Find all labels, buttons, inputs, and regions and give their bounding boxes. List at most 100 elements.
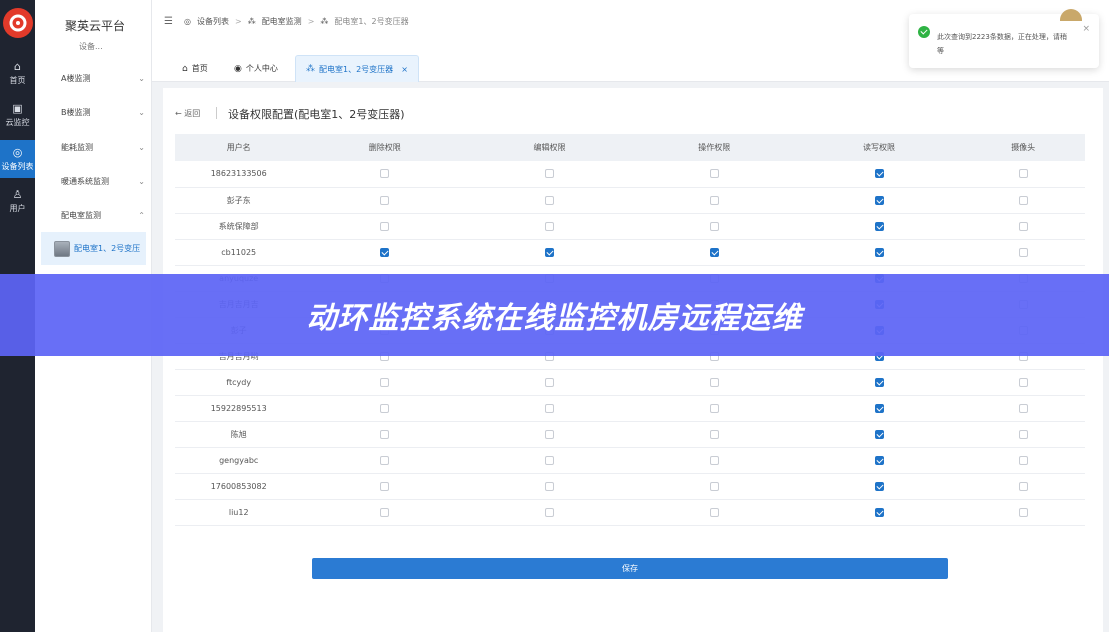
sidebar-group-b-building[interactable]: B楼监测 ⌄ <box>61 102 145 122</box>
user-icon: ♙ <box>12 187 23 201</box>
username-cell: 陈旭 <box>175 421 303 448</box>
permission-checkbox[interactable] <box>380 507 390 517</box>
permission-checkbox[interactable] <box>709 169 719 179</box>
save-button[interactable]: 保存 <box>312 558 948 579</box>
tab-home[interactable]: ⌂ 首页 <box>172 55 218 82</box>
permission-checkbox[interactable] <box>380 221 390 231</box>
permission-checkbox[interactable] <box>380 169 390 179</box>
back-button[interactable]: ← 返回 <box>175 108 200 119</box>
permission-checkbox[interactable] <box>874 403 884 413</box>
permission-checkbox[interactable] <box>709 455 719 465</box>
app-logo-icon <box>3 8 33 38</box>
sidebar-group-a-building[interactable]: A楼监测 ⌄ <box>61 68 145 88</box>
permission-checkbox[interactable] <box>874 455 884 465</box>
device-thumbnail-icon <box>54 240 70 257</box>
table-row: 15922895513 <box>175 395 1085 422</box>
permission-checkbox[interactable] <box>874 429 884 439</box>
close-icon[interactable]: × <box>1082 24 1090 34</box>
permission-checkbox[interactable] <box>545 429 555 439</box>
permission-checkbox[interactable] <box>380 481 390 491</box>
sidebar-group-energy[interactable]: 能耗监测 ⌄ <box>61 137 145 157</box>
permission-checkbox[interactable] <box>709 403 719 413</box>
permission-cell <box>467 239 632 266</box>
username-cell: ftcydy <box>175 369 303 396</box>
permission-checkbox[interactable] <box>545 221 555 231</box>
username-cell: 彭子东 <box>175 187 303 214</box>
permission-checkbox[interactable] <box>1018 377 1028 387</box>
permission-checkbox[interactable] <box>380 247 390 257</box>
username-cell: 17600853082 <box>175 473 303 500</box>
permission-checkbox[interactable] <box>874 221 884 231</box>
sidebar-group-hvac[interactable]: 暖通系统监测 ⌄ <box>61 171 145 191</box>
permission-checkbox[interactable] <box>709 195 719 205</box>
permission-checkbox[interactable] <box>709 481 719 491</box>
sidebar-group-label: 能耗监测 <box>61 142 93 152</box>
permission-checkbox[interactable] <box>545 403 555 413</box>
permission-checkbox[interactable] <box>874 507 884 517</box>
permission-checkbox[interactable] <box>709 221 719 231</box>
username-cell: liu12 <box>175 499 303 526</box>
permission-checkbox[interactable] <box>709 507 719 517</box>
permission-checkbox[interactable] <box>709 247 719 257</box>
permission-checkbox[interactable] <box>545 481 555 491</box>
permission-checkbox[interactable] <box>380 377 390 387</box>
permission-checkbox[interactable] <box>545 247 555 257</box>
permission-checkbox[interactable] <box>874 195 884 205</box>
permission-cell <box>631 187 797 214</box>
sidebar-group-power-room[interactable]: 配电室监测 ⌃ <box>61 205 145 225</box>
permission-cell <box>302 161 468 188</box>
permission-checkbox[interactable] <box>1018 507 1028 517</box>
permission-cell <box>796 447 962 474</box>
permission-checkbox[interactable] <box>1018 455 1028 465</box>
permission-checkbox[interactable] <box>709 377 719 387</box>
permission-cell <box>467 213 632 240</box>
table-header-row: 用户名 删除权限 编辑权限 操作权限 读写权限 摄像头 <box>175 134 1085 161</box>
permission-checkbox[interactable] <box>1018 221 1028 231</box>
device-list-icon: ◎ <box>184 17 191 26</box>
permission-checkbox[interactable] <box>545 377 555 387</box>
permission-checkbox[interactable] <box>545 455 555 465</box>
collapse-menu-icon[interactable]: ☰ <box>164 16 173 27</box>
permission-checkbox[interactable] <box>380 195 390 205</box>
permission-checkbox[interactable] <box>1018 403 1028 413</box>
username-cell: 系统保障部 <box>175 213 303 240</box>
sidebar-item-transformer[interactable]: 配电室1、2号变压 <box>41 232 146 265</box>
permission-cell <box>961 395 1085 422</box>
permission-checkbox[interactable] <box>380 429 390 439</box>
permission-checkbox[interactable] <box>545 195 555 205</box>
tab-profile[interactable]: ◉ 个人中心 <box>224 55 288 82</box>
permission-checkbox[interactable] <box>874 169 884 179</box>
breadcrumb-item[interactable]: 配电室监测 <box>262 16 302 27</box>
permission-checkbox[interactable] <box>1018 195 1028 205</box>
permission-checkbox[interactable] <box>1018 247 1028 257</box>
permission-checkbox[interactable] <box>1018 481 1028 491</box>
rail-item-home[interactable]: ⌂ 首页 <box>0 54 35 92</box>
permission-cell <box>961 369 1085 396</box>
permission-checkbox[interactable] <box>545 507 555 517</box>
permission-checkbox[interactable] <box>380 403 390 413</box>
rail-item-device-list[interactable]: ◎ 设备列表 <box>0 140 35 178</box>
permission-checkbox[interactable] <box>709 429 719 439</box>
breadcrumb-item[interactable]: 设备列表 <box>197 16 229 27</box>
permission-checkbox[interactable] <box>874 247 884 257</box>
monitor-icon: ▣ <box>12 101 23 115</box>
username-cell: 15922895513 <box>175 395 303 422</box>
permission-checkbox[interactable] <box>874 481 884 491</box>
permission-checkbox[interactable] <box>1018 429 1028 439</box>
permission-checkbox[interactable] <box>545 169 555 179</box>
close-icon[interactable]: × <box>401 65 408 74</box>
permission-checkbox[interactable] <box>874 377 884 387</box>
tab-transformer[interactable]: ⁂ 配电室1、2号变压器 × <box>295 55 419 82</box>
permission-checkbox[interactable] <box>1018 169 1028 179</box>
permission-cell <box>796 421 962 448</box>
rail-item-user[interactable]: ♙ 用户 <box>0 182 35 220</box>
permission-cell <box>302 499 468 526</box>
permission-checkbox[interactable] <box>380 455 390 465</box>
rail-item-monitor[interactable]: ▣ 云监控 <box>0 96 35 134</box>
sidebar-item-label: 配电室1、2号变压 <box>74 244 141 253</box>
permission-cell <box>302 213 468 240</box>
column-header: 编辑权限 <box>467 134 632 161</box>
device-list-icon: ◎ <box>12 145 23 159</box>
permission-cell <box>631 161 797 188</box>
permission-cell <box>961 239 1085 266</box>
